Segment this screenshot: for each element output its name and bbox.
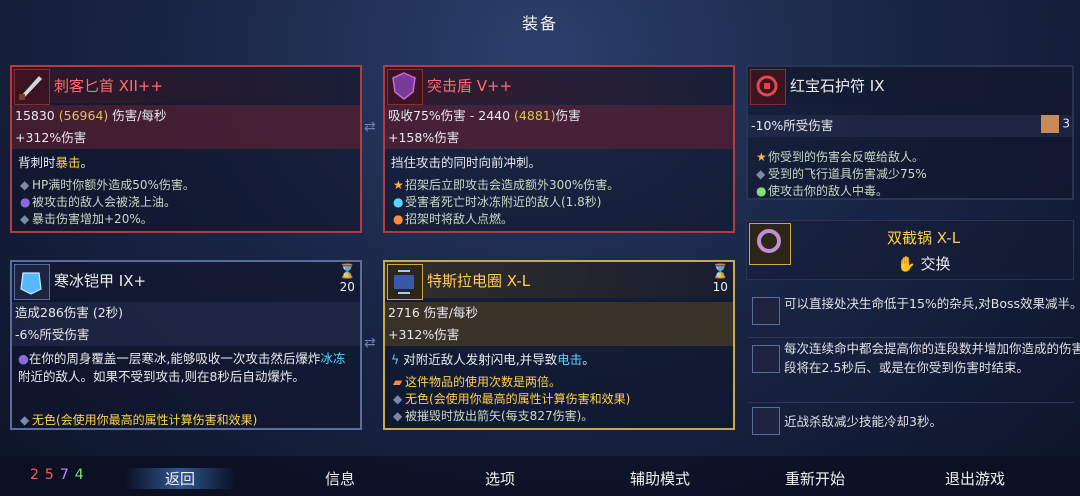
item-name: 红宝石护符 IX xyxy=(790,77,885,95)
menu-assist-mode[interactable]: 辅助模式 xyxy=(605,468,715,489)
damage-bonus: +312%伤害 xyxy=(12,127,360,149)
menu-options[interactable]: 选项 xyxy=(450,468,550,489)
item-description: ●在你的周身覆盖一层寒冰,能够吸收一次攻击然后爆炸冰冻附近的敌人。如果不受到攻击… xyxy=(18,351,346,384)
affix-list: ◆ 无色(会使用你最高的属性计算伤害和效果) xyxy=(12,412,360,428)
affix-list: ★招架后立即攻击会造成额外300%伤害。 ● 受害者死亡时冰冻附近的敌人(1.8秒… xyxy=(385,177,733,228)
tesla-coil-icon xyxy=(387,264,423,300)
charges-counter: ⌛ 10 xyxy=(711,264,729,294)
shield-icon xyxy=(387,69,423,105)
affix-item: ● 受害者死亡时冰冻附近的敌人(1.8秒) xyxy=(393,195,602,209)
affix-item: ● 被攻击的敌人会被浇上油。 xyxy=(20,195,177,209)
scroll-icon xyxy=(1040,115,1059,133)
affix-item: ◆ 无色(会使用你最高的属性计算伤害和效果) xyxy=(20,413,258,427)
scroll-count-badge: 3 xyxy=(1040,115,1070,133)
affix-item: ◆ 受到的飞行道具伤害减少75% xyxy=(756,167,927,181)
mutation-item: 每次连续命中都会提高你的连段数并增加你造成的伤害。连段将在2.5秒后、或是在你受… xyxy=(784,341,1080,375)
affix-item: ★招架后立即攻击会造成额外300%伤害。 xyxy=(393,178,620,192)
item-card-shield[interactable]: 突击盾 V++ 吸收75%伤害 - 2440 (4881)伤害 +158%伤害 … xyxy=(383,65,735,233)
damage-stat: 造成286伤害 (2秒) xyxy=(12,302,360,324)
affix-list: ◆ HP满时你额外造成50%伤害。 ● 被攻击的敌人会被浇上油。 ◆ 暴击伤害增加+2… xyxy=(12,177,360,228)
charges-counter: ⌛ 20 xyxy=(338,264,356,294)
item-card-dagger[interactable]: 刺客匕首 XII++ 15830 (56964) 伤害/每秒 +312%伤害 背… xyxy=(10,65,362,233)
item-name: 双截锅 X-L xyxy=(887,229,961,247)
scroll-stats: 2574 xyxy=(30,467,90,483)
affix-item: ◆ HP满时你额外造成50%伤害。 xyxy=(20,178,195,192)
swap-arrows-icon: ⇄ xyxy=(364,119,376,135)
swap-item-panel[interactable]: 双截锅 X-L ✋ 交换 xyxy=(746,220,1074,280)
affix-item: ◆ 被摧毁时放出箭矢(每支827伤害)。 xyxy=(393,409,594,423)
divider xyxy=(748,402,1074,403)
amulet-icon xyxy=(750,69,786,105)
item-name: 刺客匕首 XII++ xyxy=(54,77,164,95)
damage-bonus: +158%伤害 xyxy=(385,127,733,149)
hourglass-icon: ⌛ xyxy=(338,264,356,280)
item-name: 突击盾 V++ xyxy=(427,77,513,95)
item-name: 特斯拉电圈 X-L xyxy=(427,272,531,290)
hourglass-icon: ⌛ xyxy=(711,264,729,280)
tactics-count: 7 xyxy=(59,467,75,483)
affix-item: ● 招架时将敌人点燃。 xyxy=(393,212,514,226)
affix-list: ★你受到的伤害会反噬给敌人。 ◆ 受到的飞行道具伤害减少75% ● 使攻击你的敌人中… xyxy=(748,149,1072,198)
mutation-item: 可以直接处决生命低于15%的杂兵,对Boss效果减半。 xyxy=(784,296,1080,311)
page-title: 装备 xyxy=(521,14,558,33)
item-card-ice-armor[interactable]: 寒冰铠甲 IX+ ⌛ 20 造成286伤害 (2秒) -6%所受伤害 ●在你的周… xyxy=(10,260,362,430)
item-card-amulet[interactable]: 红宝石护符 IX -10%所受伤害 3 ★你受到的伤害会反噬给敌人。 ◆ 受到的飞… xyxy=(746,65,1074,200)
affix-item: ◆ 无色(会使用你最高的属性计算伤害和效果) xyxy=(393,392,631,406)
pan-icon xyxy=(749,223,791,265)
brutality-count: 25 xyxy=(30,467,60,483)
menu-back[interactable]: 返回 xyxy=(125,468,235,489)
affix-list: ▰ 这件物品的使用次数是两倍。 ◆ 无色(会使用你最高的属性计算伤害和效果) ◆ 被摧… xyxy=(385,374,733,425)
item-trigger: 背刺时暴击。 xyxy=(18,155,94,170)
hand-icon: ✋ xyxy=(897,255,916,273)
item-trigger: 挡住攻击的同时向前冲刺。 xyxy=(391,155,542,170)
damage-bonus: +312%伤害 xyxy=(385,324,733,346)
block-stat: 吸收75%伤害 - 2440 (4881)伤害 xyxy=(385,105,733,127)
affix-item: ◆ 暴击伤害增加+20%。 xyxy=(20,212,153,226)
menu-restart[interactable]: 重新开始 xyxy=(760,468,870,489)
survival-count: 4 xyxy=(74,467,90,483)
affix-item: ● 使攻击你的敌人中毒。 xyxy=(756,184,889,198)
item-trigger: ϟ 对附近敌人发射闪电,并导致电击。 xyxy=(391,352,595,367)
dagger-icon xyxy=(14,69,50,105)
item-name: 寒冰铠甲 IX+ xyxy=(54,272,147,290)
dps-stat: 2716 伤害/每秒 xyxy=(385,302,733,324)
divider xyxy=(748,337,1074,338)
swap-button[interactable]: ✋ 交换 xyxy=(897,253,950,274)
mutation-item: 近战杀敌减少技能冷却3秒。 xyxy=(784,414,942,429)
defense-stat: -10%所受伤害 xyxy=(748,115,1072,137)
dps-stat: 15830 (56964) 伤害/每秒 xyxy=(12,105,360,127)
swap-arrows-icon: ⇄ xyxy=(364,335,376,351)
ice-armor-icon xyxy=(14,264,50,300)
affix-item: ★你受到的伤害会反噬给敌人。 xyxy=(756,150,925,164)
affix-item: ▰ 这件物品的使用次数是两倍。 xyxy=(393,375,562,389)
menu-info[interactable]: 信息 xyxy=(290,468,390,489)
defense-stat: -6%所受伤害 xyxy=(12,324,360,346)
menu-quit-game[interactable]: 退出游戏 xyxy=(920,468,1030,489)
item-card-tesla[interactable]: 特斯拉电圈 X-L ⌛ 10 2716 伤害/每秒 +312%伤害 ϟ 对附近敌… xyxy=(383,260,735,430)
